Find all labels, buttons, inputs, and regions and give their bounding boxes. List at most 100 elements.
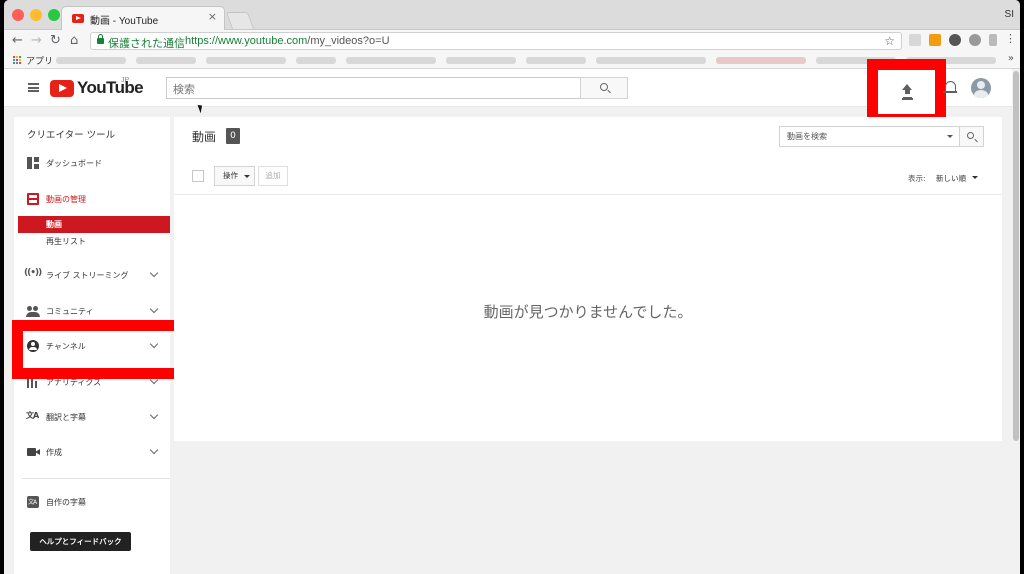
sidebar-item-your-subtitles[interactable]: 自作の字幕 [14,489,170,515]
sidebar-item-create[interactable]: 作成 [14,439,170,465]
tab-bar: 動画 - YouTube × SI [4,0,1020,30]
tab-close-icon[interactable]: × [208,10,217,23]
extension-icons: ⋮ [909,33,1017,46]
extension-icon[interactable] [989,34,997,46]
add-to-button[interactable]: 追加 [258,166,288,186]
forward-arrow-icon[interactable]: → [31,33,42,49]
new-tab-button[interactable] [225,12,255,29]
tab-title: 動画 - YouTube [90,16,159,27]
address-bar[interactable]: 保護された通信 | https://www.youtube.com/my_vid… [90,32,902,50]
toolbar-divider [174,194,1002,195]
sidebar-subitem-playlists[interactable]: 再生リスト [18,233,170,250]
dropdown-caret-icon[interactable] [947,135,953,138]
sidebar-item-label: 翻訳と字幕 [46,413,86,422]
sidebar-subitem-videos[interactable]: 動画 [18,216,170,233]
search-input[interactable] [167,79,580,100]
minimize-window-button[interactable] [30,9,42,21]
upload-icon-base [902,98,913,100]
blurred-bookmark[interactable] [296,57,336,64]
blurred-bookmark[interactable] [526,57,586,64]
blurred-bookmark[interactable] [136,57,196,64]
blurred-bookmark[interactable] [346,57,436,64]
video-camera-icon [27,446,40,458]
sidebar-item-live-streaming[interactable]: ライブ ストリーミング [14,262,170,288]
sidebar-item-label: ライブ ストリーミング [46,271,129,280]
scrollbar-thumb[interactable] [1013,71,1019,441]
sidebar-item-translations[interactable]: 翻訳と字幕 [14,404,170,430]
subtitles-icon [27,496,39,508]
chevron-down-icon [149,268,159,278]
help-feedback-button[interactable]: ヘルプとフィードバック [30,532,131,551]
home-icon[interactable]: ⌂ [70,33,78,49]
blurred-bookmark[interactable] [206,57,286,64]
close-window-button[interactable] [12,9,24,21]
extension-icon[interactable] [929,34,941,46]
url-separator: | [178,35,181,47]
channel-highlight-box [12,320,187,379]
chevron-down-icon [149,410,159,420]
lock-icon [97,34,104,44]
apps-bookmark[interactable]: アプリ [26,54,53,67]
search-field [166,77,581,100]
video-search-field [779,126,960,147]
upload-icon [902,84,913,98]
bookmark-star-icon[interactable]: ☆ [884,34,895,48]
chevron-down-icon [149,304,159,314]
video-search-input[interactable] [780,127,950,146]
sidebar-header: クリエイター ツール [27,130,116,141]
more-menu-icon[interactable]: ⋮ [1005,33,1017,46]
videos-panel: 動画 0 操作 追加 表示: 新しい順 動画が見つかりませんでした。 [174,117,1002,441]
more-bookmarks-icon[interactable]: » [1008,53,1014,64]
profile-initials[interactable]: SI [1005,9,1014,20]
page-title: 動画 [192,130,217,144]
secure-label: 保護された通信 [108,38,185,50]
blurred-bookmark[interactable] [446,57,516,64]
extension-icon[interactable] [909,34,921,46]
select-all-checkbox[interactable] [192,170,204,182]
search-button[interactable] [580,77,628,99]
video-search-button[interactable] [959,126,984,147]
page-scrollbar[interactable] [1012,69,1020,574]
extension-icon[interactable] [949,34,961,46]
sidebar-item-video-manager[interactable]: 動画の管理 [14,186,170,212]
browser-tab[interactable]: 動画 - YouTube × [61,6,225,30]
blurred-bookmark[interactable] [56,57,126,64]
blurred-bookmark[interactable] [596,57,706,64]
url-path: /my_videos?o=U [307,35,390,47]
back-arrow-icon[interactable]: ← [12,33,23,49]
youtube-logo-icon[interactable] [50,80,74,97]
search-icon [600,83,608,91]
dashboard-icon [27,157,39,169]
video-count-badge: 0 [226,128,240,144]
browser-toolbar: ← → ↻ ⌂ 保護された通信 | https://www.youtube.co… [4,30,1020,52]
search-icon [967,132,974,139]
actions-dropdown[interactable]: 操作 [214,166,255,186]
reload-icon[interactable]: ↻ [50,33,61,49]
url-host: https://www.youtube.com [185,35,308,47]
sidebar-item-label: 動画の管理 [46,195,86,204]
url-text: https://www.youtube.com/my_videos?o=U [185,35,390,47]
sidebar-subitem-label: 再生リスト [46,237,86,246]
youtube-favicon-icon [72,14,84,23]
maximize-window-button[interactable] [48,9,60,21]
sidebar-subitem-label: 動画 [46,220,62,229]
apps-grid-icon[interactable] [13,56,22,65]
blurred-bookmark[interactable] [716,57,806,64]
sidebar-divider [22,478,170,479]
youtube-wordmark[interactable]: YouTube [77,78,144,98]
notifications-bell-icon[interactable] [943,81,957,93]
menu-icon[interactable] [28,83,39,92]
sidebar-item-label: 作成 [46,448,62,457]
extension-icon[interactable] [969,34,981,46]
video-manager-icon [27,193,39,205]
live-streaming-icon [24,268,41,281]
community-icon [26,305,40,317]
sidebar-item-dashboard[interactable]: ダッシュボード [14,150,170,176]
account-avatar[interactable] [971,78,991,98]
country-code: JP [121,77,130,84]
upload-button[interactable] [867,59,946,125]
chevron-down-icon [149,445,159,455]
sort-dropdown[interactable]: 新しい順 [936,173,966,184]
sort-caret-icon[interactable] [972,176,978,179]
sidebar-item-label: 自作の字幕 [46,498,86,507]
